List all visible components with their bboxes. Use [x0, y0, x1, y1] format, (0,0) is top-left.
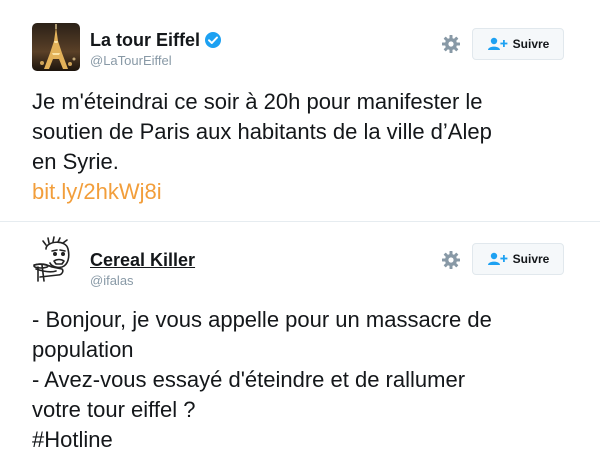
gear-icon[interactable]: [441, 250, 461, 270]
follow-button[interactable]: Suivre: [472, 28, 564, 60]
avatar[interactable]: [32, 23, 80, 71]
follow-button-label: Suivre: [512, 37, 550, 51]
tweet-text-line: en Syrie.: [32, 149, 119, 174]
tweet-link[interactable]: bit.ly/2hkWj8i: [32, 177, 572, 207]
eiffel-tower-avatar: [32, 23, 80, 71]
follow-button-label: Suivre: [512, 252, 550, 266]
tweet: La tour Eiffel @LaTourEiffel Suivre Je m…: [0, 0, 600, 222]
display-name[interactable]: La tour Eiffel: [90, 29, 200, 51]
gear-icon[interactable]: [441, 34, 461, 54]
follow-button[interactable]: Suivre: [472, 243, 564, 275]
tweet-text-line: votre tour eiffel ?: [32, 397, 196, 422]
hashtag[interactable]: #Hotline: [32, 425, 572, 455]
verified-icon: [204, 31, 222, 49]
cereal-guy-avatar: [32, 235, 80, 283]
tweet-text-line: - Avez-vous essayé d'éteindre et de rall…: [32, 367, 466, 392]
user-handle[interactable]: @LaTourEiffel: [90, 53, 222, 68]
user-name-block: Cereal Killer @ifalas: [90, 249, 195, 288]
follow-user-icon: [487, 37, 509, 51]
tweet-text: Je m'éteindrai ce soir à 20h pour manife…: [32, 87, 572, 207]
tweet-text: - Bonjour, je vous appelle pour un massa…: [32, 305, 572, 455]
avatar[interactable]: [32, 235, 80, 283]
display-name[interactable]: Cereal Killer: [90, 249, 195, 271]
tweet: Cereal Killer @ifalas Suivre - Bonjour, …: [0, 222, 600, 464]
tweet-text-line: Je m'éteindrai ce soir à 20h pour manife…: [32, 89, 483, 114]
user-handle[interactable]: @ifalas: [90, 273, 195, 288]
tweet-text-line: soutien de Paris aux habitants de la vil…: [32, 119, 492, 144]
tweet-text-line: population: [32, 337, 134, 362]
follow-user-icon: [487, 252, 509, 266]
tweet-text-line: - Bonjour, je vous appelle pour un massa…: [32, 307, 492, 332]
user-name-block: La tour Eiffel @LaTourEiffel: [90, 29, 222, 68]
